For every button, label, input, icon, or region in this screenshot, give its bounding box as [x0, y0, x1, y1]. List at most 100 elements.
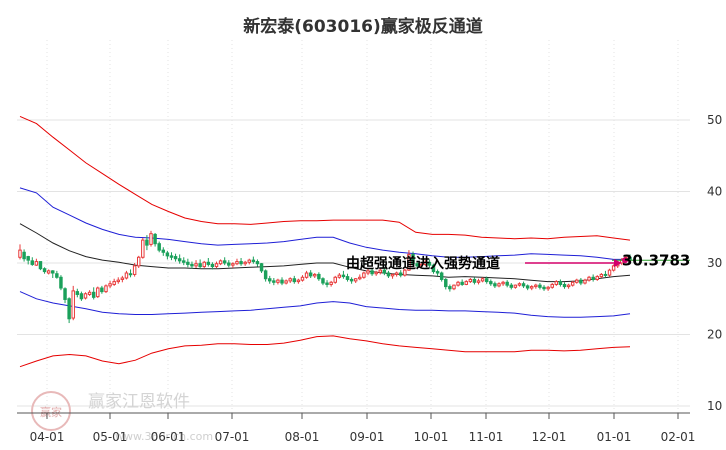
candle-body: [542, 286, 546, 290]
candle: [513, 284, 518, 289]
grid-layer: [17, 40, 690, 413]
candle-body: [595, 276, 599, 280]
candle: [100, 285, 104, 294]
candle-body: [149, 233, 153, 245]
candle-body: [566, 284, 571, 288]
candle: [542, 285, 546, 291]
x-tick-label: 12-01: [532, 430, 567, 444]
candle: [456, 280, 460, 287]
candle: [239, 257, 243, 266]
candle-body: [304, 272, 309, 278]
watermark-brand: 赢家江恩软件: [88, 392, 190, 412]
price-label: 30.3783: [622, 251, 690, 269]
candle-body: [480, 278, 485, 282]
candle: [91, 287, 96, 300]
x-tick-label: 11-01: [469, 430, 504, 444]
candle-body: [218, 260, 223, 265]
candle-body: [235, 261, 239, 265]
candle-body: [186, 261, 190, 265]
candle: [497, 282, 501, 288]
candle-body: [51, 270, 55, 274]
candle-body: [341, 274, 346, 278]
candle-body: [91, 291, 96, 298]
candle: [108, 280, 112, 289]
candle-body: [599, 273, 604, 278]
candle-body: [104, 285, 108, 293]
candle-body: [280, 279, 284, 284]
candle: [308, 270, 313, 279]
candle: [530, 285, 534, 291]
candle: [546, 285, 550, 291]
candle-body: [259, 263, 264, 272]
x-tick-label: 08-01: [285, 430, 320, 444]
candle: [321, 277, 325, 286]
candle: [202, 260, 206, 269]
candle: [296, 278, 301, 284]
x-tick-label: 02-01: [661, 430, 696, 444]
candle: [38, 261, 43, 271]
candle: [349, 277, 354, 284]
candle: [87, 290, 92, 296]
candle-body: [358, 276, 362, 280]
candle-body: [251, 259, 256, 263]
candle: [182, 257, 186, 266]
candle-body: [194, 263, 198, 267]
candle-body: [222, 260, 227, 264]
candle-body: [18, 249, 22, 258]
candle-body: [521, 283, 526, 287]
candle-body: [210, 263, 215, 268]
candle-body: [255, 261, 260, 265]
candle-body: [456, 281, 460, 286]
candles: [18, 230, 632, 324]
annotation-text: 由超强通道进入强势通道: [346, 255, 500, 272]
candle: [194, 260, 198, 269]
candle: [599, 273, 604, 279]
candle: [63, 287, 67, 304]
candle-body: [333, 276, 337, 283]
candle-body: [570, 281, 575, 286]
candle: [444, 278, 448, 290]
candle-body: [268, 278, 272, 282]
candle: [149, 230, 153, 247]
candle-body: [325, 282, 329, 285]
candle-body: [476, 280, 481, 283]
candle-body: [132, 265, 137, 275]
candle-body: [390, 273, 395, 277]
candle-body: [538, 284, 542, 288]
candle: [325, 280, 329, 288]
candle: [501, 280, 505, 286]
candle: [329, 280, 333, 287]
candle-body: [530, 286, 534, 289]
candle: [227, 260, 231, 268]
candle-body: [513, 284, 518, 288]
candle-body: [227, 262, 231, 266]
x-tick-label: 06-01: [151, 430, 186, 444]
candle: [177, 254, 182, 264]
candle: [313, 273, 317, 279]
candle: [587, 275, 591, 282]
candle-body: [313, 273, 317, 277]
candle: [472, 277, 477, 285]
candle: [243, 260, 247, 266]
candle-body: [272, 280, 276, 283]
candle-body: [124, 272, 129, 279]
candle-body: [321, 278, 325, 284]
candle: [538, 283, 542, 290]
candle: [46, 269, 51, 275]
candle: [579, 278, 583, 286]
candle-body: [243, 261, 247, 265]
candle: [337, 273, 342, 279]
candle-body: [177, 258, 182, 262]
candle-body: [55, 273, 59, 278]
candle: [169, 252, 174, 261]
candle-body: [284, 280, 288, 284]
candle: [51, 270, 55, 279]
candle-body: [603, 273, 608, 276]
candle-body: [292, 278, 297, 283]
candle-body: [493, 283, 497, 287]
candle: [284, 279, 288, 285]
candle-body: [317, 273, 321, 280]
candle-body: [575, 279, 579, 283]
candle: [235, 258, 239, 266]
y-tick-label: 50: [707, 113, 722, 127]
